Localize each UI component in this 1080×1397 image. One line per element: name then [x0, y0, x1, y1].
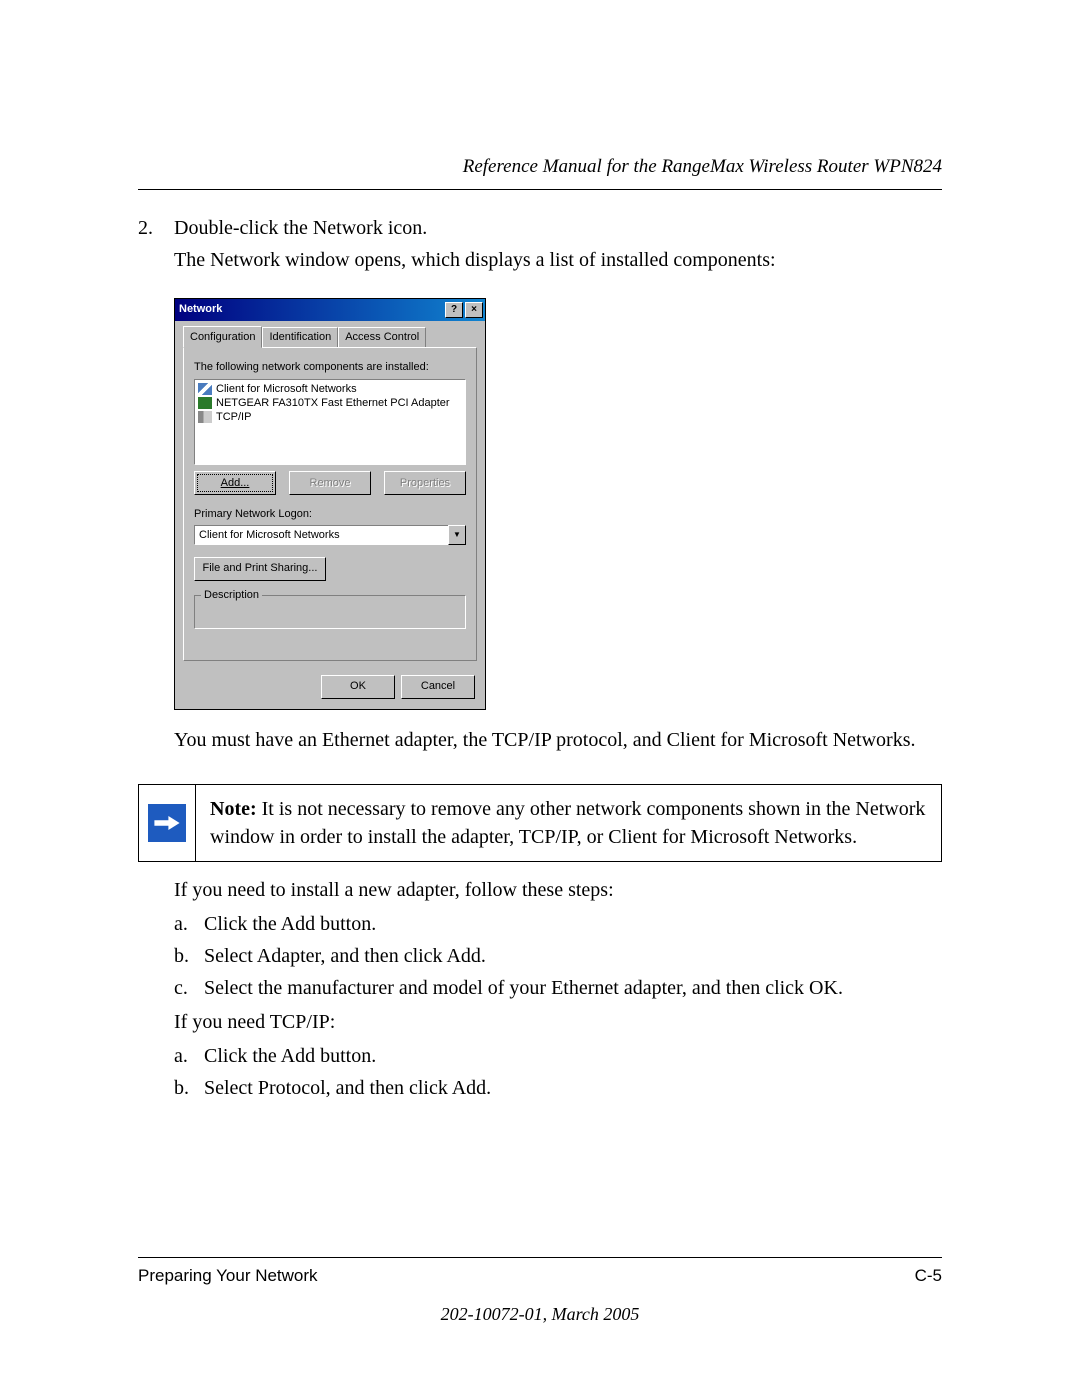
- add-button[interactable]: Add...: [194, 471, 276, 495]
- note-label: Note:: [210, 798, 257, 820]
- file-print-sharing-button[interactable]: File and Print Sharing...: [194, 557, 326, 581]
- list-label: The following network components are ins…: [194, 360, 466, 375]
- running-header: Reference Manual for the RangeMax Wirele…: [138, 154, 942, 181]
- remove-button: Remove: [289, 471, 371, 495]
- protocol-icon: [198, 411, 212, 423]
- footer-rule: [138, 1257, 942, 1258]
- sub-step: Click the Add button.: [204, 1042, 376, 1070]
- step-2: 2. Double-click the Network icon.: [138, 214, 942, 242]
- sub-step: Select the manufacturer and model of you…: [204, 974, 843, 1002]
- titlebar: Network ? ×: [175, 299, 485, 321]
- tab-identification[interactable]: Identification: [262, 327, 338, 348]
- close-button[interactable]: ×: [465, 302, 483, 318]
- description-legend: Description: [201, 588, 262, 603]
- list-item[interactable]: TCP/IP: [197, 410, 463, 424]
- dialog-footer: OK Cancel: [175, 669, 485, 709]
- note-box: Note: It is not necessary to remove any …: [138, 784, 942, 862]
- tab-access-control[interactable]: Access Control: [338, 327, 426, 348]
- tab-strip: Configuration Identification Access Cont…: [175, 321, 485, 348]
- adapter-icon: [198, 397, 212, 409]
- tcpip-intro: If you need TCP/IP:: [174, 1008, 942, 1036]
- help-button[interactable]: ?: [445, 302, 463, 318]
- footer-docnum: 202-10072-01, March 2005: [138, 1302, 942, 1327]
- chevron-down-icon[interactable]: ▼: [448, 525, 466, 545]
- header-rule: [138, 189, 942, 190]
- tcpip-steps: a. Click the Add button. b. Select Protoco…: [174, 1042, 942, 1102]
- sub-label: c.: [174, 974, 192, 1002]
- logon-combo[interactable]: Client for Microsoft Networks ▼: [194, 525, 466, 545]
- logon-value: Client for Microsoft Networks: [194, 525, 448, 545]
- sub-step: Click the Add button.: [204, 910, 376, 938]
- sub-step: Select Adapter, and then click Add.: [204, 942, 486, 970]
- step-text-2: The Network window opens, which displays…: [174, 246, 942, 274]
- cancel-button[interactable]: Cancel: [401, 675, 475, 699]
- note-arrow-icon: [139, 785, 196, 861]
- sub-label: a.: [174, 910, 192, 938]
- sub-step: Select Protocol, and then click Add.: [204, 1074, 491, 1102]
- tab-configuration[interactable]: Configuration: [183, 326, 262, 348]
- properties-button: Properties: [384, 471, 466, 495]
- button-row: Add... Remove Properties: [194, 471, 466, 495]
- ok-button[interactable]: OK: [321, 675, 395, 699]
- list-item-label: TCP/IP: [216, 410, 251, 424]
- step-text-1: Double-click the Network icon.: [174, 214, 427, 242]
- network-dialog-figure: Network ? × Configuration Identification…: [174, 298, 942, 710]
- list-item-label: Client for Microsoft Networks: [216, 382, 357, 396]
- requirement-text: You must have an Ethernet adapter, the T…: [174, 726, 942, 754]
- footer-section: Preparing Your Network: [138, 1264, 318, 1288]
- adapter-steps: a. Click the Add button. b. Select Adapter…: [174, 910, 942, 1002]
- list-item[interactable]: NETGEAR FA310TX Fast Ethernet PCI Adapte…: [197, 396, 463, 410]
- dialog-title: Network: [179, 302, 443, 317]
- client-icon: [198, 383, 212, 395]
- network-dialog: Network ? × Configuration Identification…: [174, 298, 486, 710]
- tab-panel: The following network components are ins…: [183, 347, 477, 661]
- sub-label: a.: [174, 1042, 192, 1070]
- sub-label: b.: [174, 1074, 192, 1102]
- logon-label: Primary Network Logon:: [194, 507, 466, 522]
- note-text: Note: It is not necessary to remove any …: [196, 785, 941, 861]
- step-number: 2.: [138, 214, 160, 242]
- list-item-label: NETGEAR FA310TX Fast Ethernet PCI Adapte…: [216, 396, 450, 410]
- description-groupbox: Description: [194, 595, 466, 629]
- footer-page: C-5: [915, 1264, 942, 1288]
- page-footer: Preparing Your Network C-5 202-10072-01,…: [138, 1257, 942, 1327]
- note-body: It is not necessary to remove any other …: [210, 798, 925, 848]
- list-item[interactable]: Client for Microsoft Networks: [197, 382, 463, 396]
- components-listbox[interactable]: Client for Microsoft Networks NETGEAR FA…: [194, 379, 466, 465]
- sub-label: b.: [174, 942, 192, 970]
- manual-page: Reference Manual for the RangeMax Wirele…: [0, 0, 1080, 1397]
- adapter-intro: If you need to install a new adapter, fo…: [174, 876, 942, 904]
